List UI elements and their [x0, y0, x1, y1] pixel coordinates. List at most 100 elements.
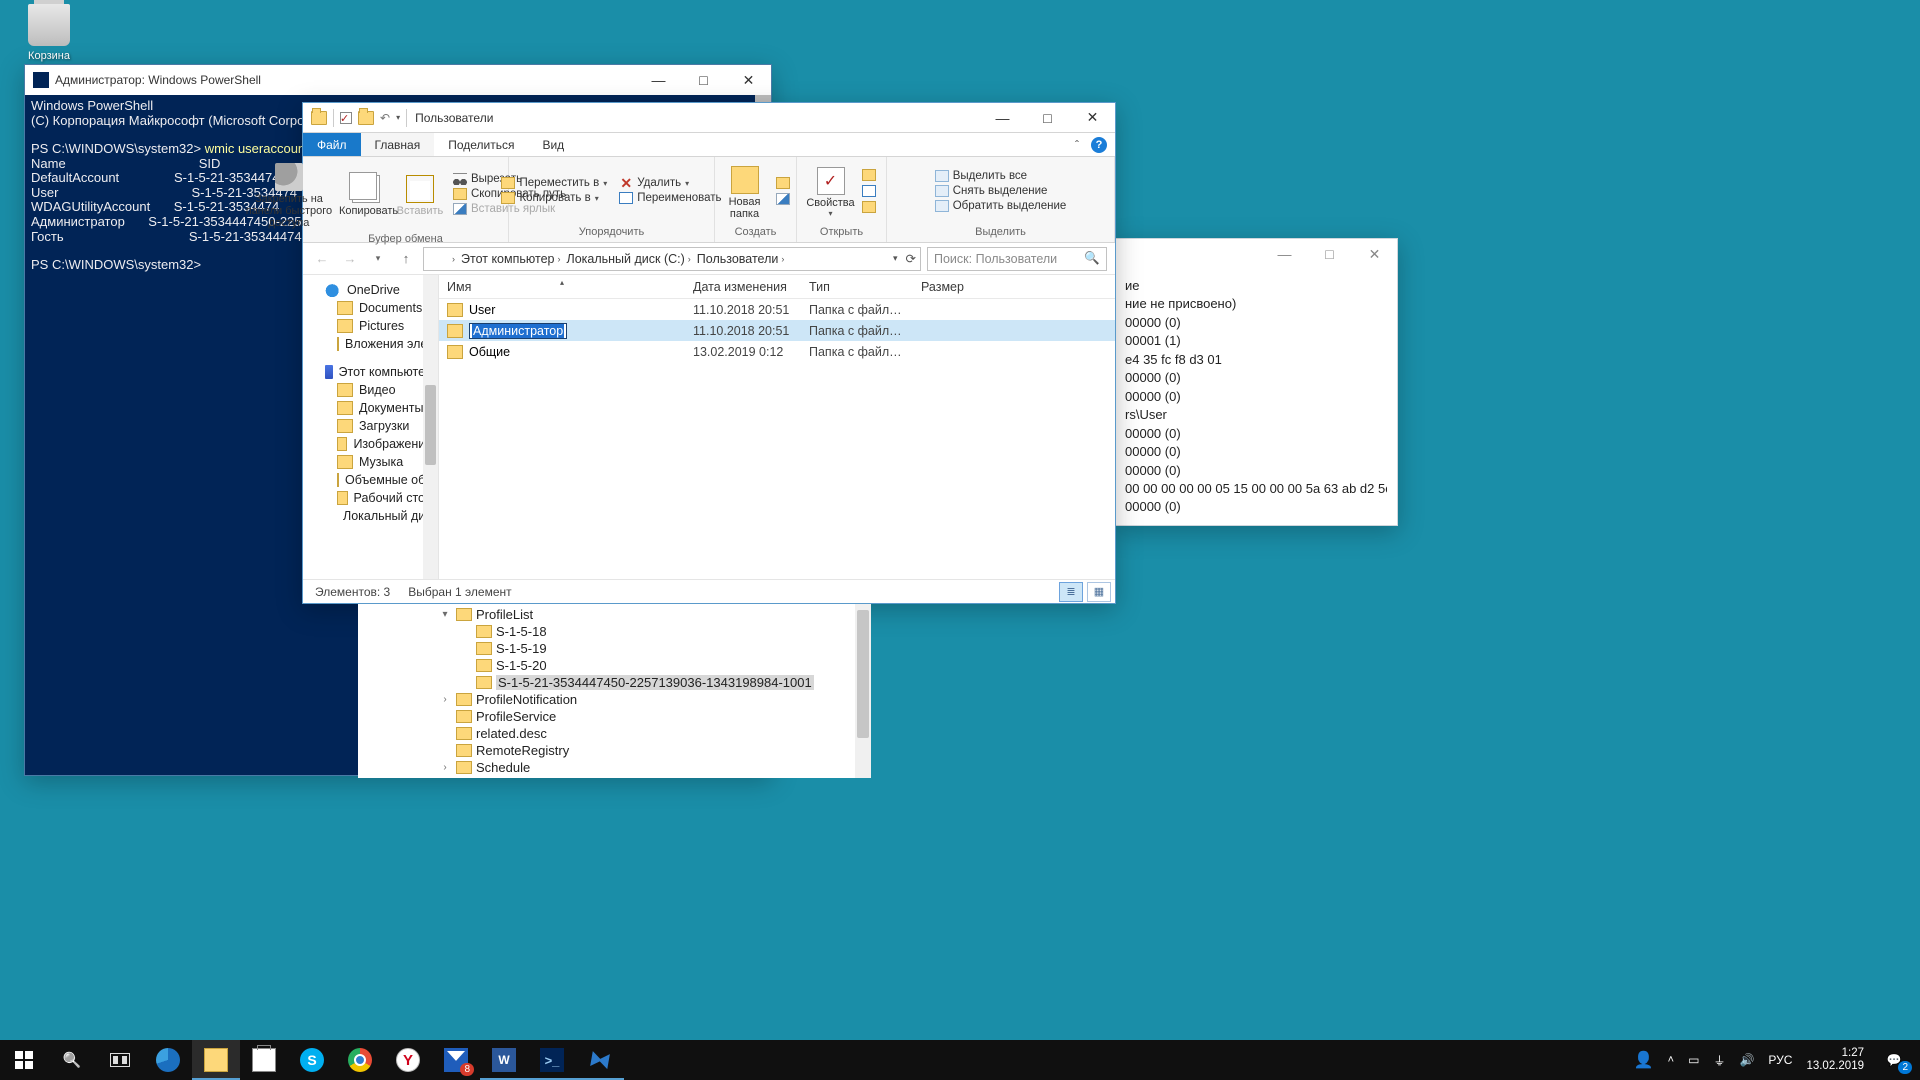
- nav-documents[interactable]: Documents: [303, 299, 438, 317]
- reg-val[interactable]: 00000 (0): [1125, 314, 1387, 332]
- people-icon[interactable]: [1634, 1050, 1654, 1070]
- language-indicator[interactable]: РУС: [1768, 1053, 1792, 1067]
- nav-recent-button[interactable]: ▾: [367, 248, 389, 270]
- reg-val[interactable]: 00000 (0): [1125, 498, 1387, 516]
- copy-to-button[interactable]: Копировать в▾: [499, 191, 609, 205]
- taskbar-edge[interactable]: [144, 1040, 192, 1080]
- file-row-selected[interactable]: Администратор 11.10.2018 20:51 Папка с ф…: [439, 320, 1115, 341]
- minimize-button[interactable]: —: [1262, 239, 1307, 269]
- nav-downloads[interactable]: Загрузки: [303, 417, 438, 435]
- nav-desktop[interactable]: Рабочий стол: [303, 489, 438, 507]
- properties-button[interactable]: Свойства▾: [804, 163, 858, 218]
- move-to-button[interactable]: Переместить в▾: [499, 176, 609, 190]
- reg-val[interactable]: 00000 (0): [1125, 369, 1387, 387]
- pin-button[interactable]: Закрепить на панели быстрого доступа: [239, 159, 339, 229]
- easy-access-icon[interactable]: [776, 193, 790, 205]
- history-icon[interactable]: [862, 201, 876, 213]
- nav-this-pc[interactable]: Этот компьютер: [303, 363, 438, 381]
- tab-view[interactable]: Вид: [528, 133, 578, 156]
- taskbar-skype[interactable]: S: [288, 1040, 336, 1080]
- close-button[interactable]: ✕: [1070, 103, 1115, 133]
- breadcrumb[interactable]: ›: [446, 254, 458, 264]
- paste-button[interactable]: Вставить: [393, 171, 447, 217]
- edit-icon[interactable]: [862, 185, 876, 197]
- view-icons-button[interactable]: ▦: [1087, 582, 1111, 602]
- maximize-button[interactable]: □: [681, 65, 726, 95]
- rename-button[interactable]: Переименовать: [617, 191, 723, 205]
- search-button[interactable]: [48, 1040, 96, 1080]
- regedit-titlebar[interactable]: — □ ✕: [1115, 239, 1397, 269]
- nav-attachments[interactable]: Вложения элект: [303, 335, 438, 353]
- scrollbar-thumb[interactable]: [425, 385, 436, 465]
- reg-val[interactable]: 00 00 00 00 00 05 15 00 00 00 5a 63 ab d…: [1125, 480, 1387, 498]
- taskbar-chrome[interactable]: [336, 1040, 384, 1080]
- tree-node-selected[interactable]: S-1-5-21-3534447450-2257139036-134319898…: [358, 674, 855, 691]
- reg-val[interactable]: rs\User: [1125, 406, 1387, 424]
- nav-local-disk[interactable]: Локальный дис▾: [303, 507, 438, 525]
- tree-node[interactable]: S-1-5-19: [358, 640, 855, 657]
- select-invert-button[interactable]: Обратить выделение: [933, 199, 1069, 213]
- tab-home[interactable]: Главная: [361, 133, 435, 156]
- reg-val[interactable]: e4 35 fc f8 d3 01: [1125, 351, 1387, 369]
- tree-node[interactable]: RemoteRegistry: [358, 742, 855, 759]
- qat-undo-icon[interactable]: ↶: [380, 111, 390, 125]
- reg-val[interactable]: 00000 (0): [1125, 443, 1387, 461]
- taskbar-powershell[interactable]: >_: [528, 1040, 576, 1080]
- reg-val[interactable]: ие: [1125, 277, 1387, 295]
- file-row[interactable]: Общие 13.02.2019 0:12 Папка с файлами: [439, 341, 1115, 362]
- nav-docs[interactable]: Документы: [303, 399, 438, 417]
- nav-volumes[interactable]: Объемные объ: [303, 471, 438, 489]
- tree-node[interactable]: ProfileService: [358, 708, 855, 725]
- tree-node[interactable]: ›Schedule: [358, 759, 855, 776]
- column-name[interactable]: Имя▴: [439, 280, 685, 294]
- open-icon[interactable]: [862, 169, 876, 181]
- breadcrumb[interactable]: Пользователи›: [694, 252, 788, 266]
- select-none-button[interactable]: Снять выделение: [933, 184, 1069, 198]
- reg-val[interactable]: 00001 (1): [1125, 332, 1387, 350]
- view-details-button[interactable]: ≣: [1059, 582, 1083, 602]
- taskbar-store[interactable]: [240, 1040, 288, 1080]
- explorer-titlebar[interactable]: ✓ ↶ ▾ Пользователи — □ ✕: [303, 103, 1115, 133]
- reg-val[interactable]: 00000 (0): [1125, 388, 1387, 406]
- search-input[interactable]: Поиск: Пользователи 🔍: [927, 247, 1107, 271]
- nav-onedrive[interactable]: OneDrive: [303, 281, 438, 299]
- help-icon[interactable]: ?: [1091, 137, 1107, 153]
- tree-node[interactable]: S-1-5-18: [358, 623, 855, 640]
- rename-input[interactable]: Администратор: [469, 323, 567, 339]
- address-bar[interactable]: › Этот компьютер› Локальный диск (C:)› П…: [423, 247, 921, 271]
- new-item-icon[interactable]: [776, 177, 790, 189]
- tree-node[interactable]: S-1-5-20: [358, 657, 855, 674]
- tree-node[interactable]: ▾ProfileList: [358, 606, 855, 623]
- battery-icon[interactable]: ▭: [1688, 1053, 1699, 1067]
- tray-overflow-icon[interactable]: ˄: [1668, 1054, 1674, 1066]
- breadcrumb[interactable]: Локальный диск (C:)›: [563, 252, 693, 266]
- minimize-button[interactable]: —: [980, 103, 1025, 133]
- wifi-icon[interactable]: ⏚: [1713, 1052, 1725, 1069]
- tree-node[interactable]: related.desc: [358, 725, 855, 742]
- column-type[interactable]: Тип: [801, 280, 913, 294]
- nav-back-button[interactable]: ←: [311, 248, 333, 270]
- close-button[interactable]: ✕: [726, 65, 771, 95]
- ribbon-collapse-icon[interactable]: ˆ: [1075, 138, 1079, 152]
- scrollbar-thumb[interactable]: [857, 610, 869, 738]
- taskbar-visualstudio[interactable]: [576, 1040, 624, 1080]
- address-dropdown-icon[interactable]: ▾: [893, 253, 898, 264]
- action-center-button[interactable]: 💬2: [1878, 1044, 1910, 1076]
- nav-pictures[interactable]: Pictures: [303, 317, 438, 335]
- taskbar-mail[interactable]: 8: [432, 1040, 480, 1080]
- qat-newfolder-icon[interactable]: [358, 111, 374, 125]
- column-size[interactable]: Размер: [913, 280, 1115, 294]
- nav-music[interactable]: Музыка: [303, 453, 438, 471]
- column-date[interactable]: Дата изменения: [685, 280, 801, 294]
- minimize-button[interactable]: —: [636, 65, 681, 95]
- reg-val[interactable]: 00000 (0): [1125, 425, 1387, 443]
- refresh-icon[interactable]: ⟳: [906, 251, 916, 266]
- tab-file[interactable]: Файл: [303, 133, 361, 156]
- qat-properties-icon[interactable]: ✓: [340, 112, 352, 124]
- task-view-button[interactable]: [96, 1040, 144, 1080]
- tree-scrollbar[interactable]: [855, 604, 871, 778]
- select-all-button[interactable]: Выделить все: [933, 169, 1069, 183]
- nav-images[interactable]: Изображения: [303, 435, 438, 453]
- recycle-bin[interactable]: Корзина: [14, 4, 84, 62]
- nav-forward-button[interactable]: →: [339, 248, 361, 270]
